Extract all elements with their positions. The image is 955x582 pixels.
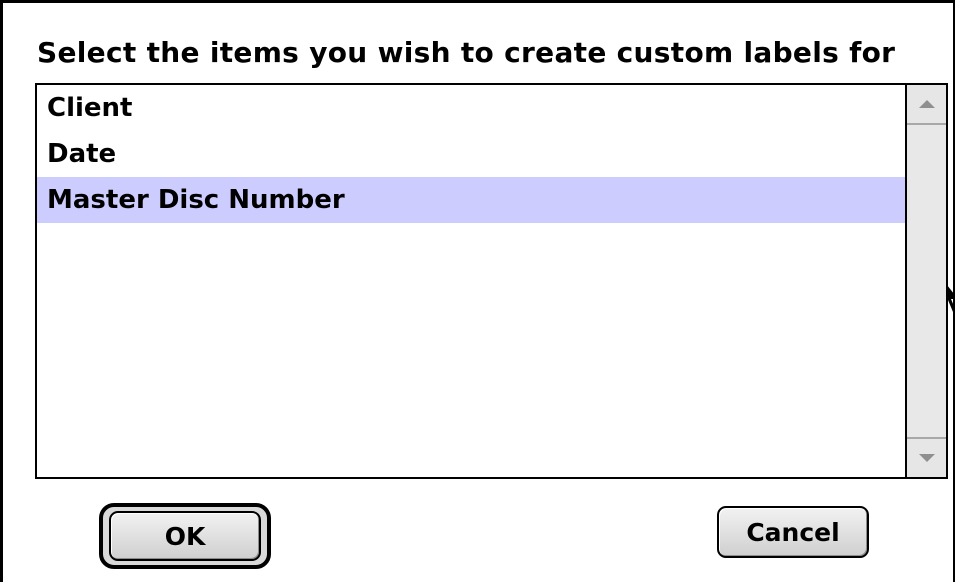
scroll-track[interactable]: [907, 125, 946, 437]
vertical-scrollbar[interactable]: [905, 85, 946, 477]
custom-labels-dialog: Select the items you wish to create cust…: [0, 0, 955, 582]
mouse-pointer-icon: [947, 285, 955, 312]
ok-button[interactable]: OK: [109, 511, 261, 561]
cancel-button[interactable]: Cancel: [717, 506, 869, 558]
triangle-down-icon: [918, 454, 935, 462]
list-item-master-disc-number[interactable]: Master Disc Number: [37, 177, 907, 223]
items-listbox[interactable]: Client Date Master Disc Number: [35, 83, 948, 479]
list-item-date[interactable]: Date: [37, 131, 907, 177]
scroll-up-button[interactable]: [907, 85, 946, 125]
list-item-client[interactable]: Client: [37, 85, 907, 131]
dialog-prompt: Select the items you wish to create cust…: [37, 36, 896, 69]
scroll-down-button[interactable]: [907, 437, 946, 477]
triangle-up-icon: [918, 100, 935, 108]
list-items-container: Client Date Master Disc Number: [37, 85, 907, 477]
